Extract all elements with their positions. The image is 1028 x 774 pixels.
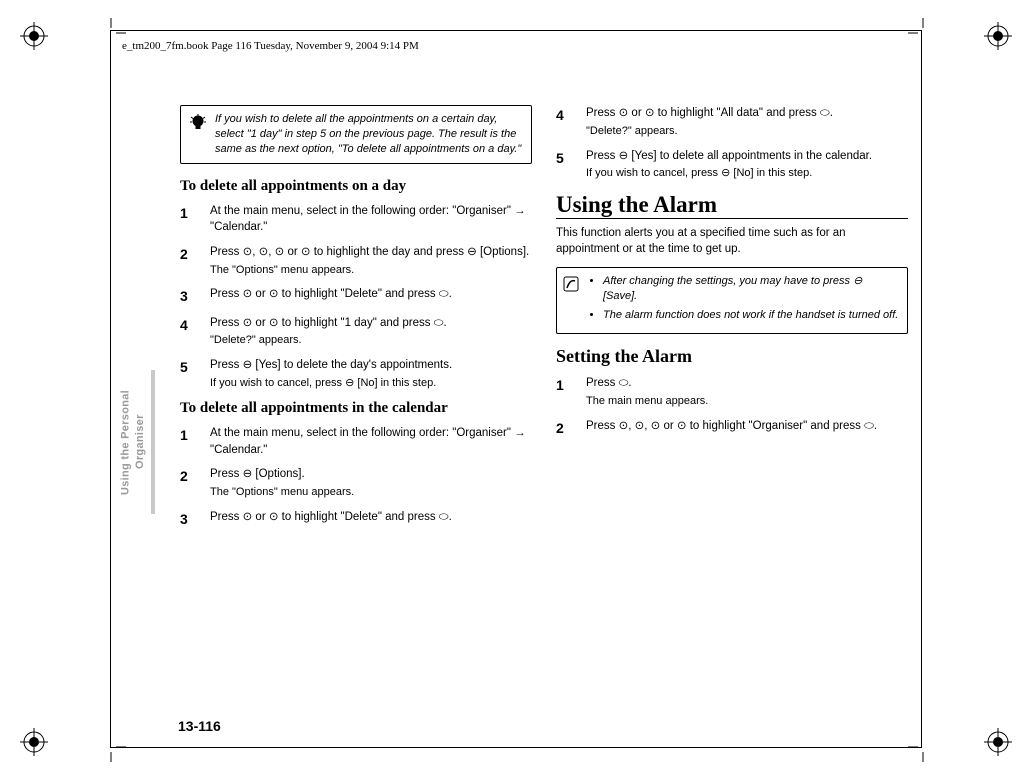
steps-setting-alarm: 1Press ⬭. The main menu appears. 2Press ⊙… — [556, 375, 908, 438]
left-column: If you wish to delete all the appointmen… — [180, 105, 532, 537]
note-item: After changing the settings, you may hav… — [603, 274, 899, 304]
step: 3Press ⊙ or ⊙ to highlight "Delete" and … — [180, 286, 532, 306]
step-text: Press ⊙ or ⊙ to highlight "1 day" and pr… — [210, 317, 447, 329]
step-number: 1 — [180, 203, 210, 236]
alarm-intro: This function alerts you at a specified … — [556, 225, 908, 257]
step-text: Press ⊙ or ⊙ to highlight "All data" and… — [586, 107, 833, 119]
step-number: 1 — [180, 425, 210, 458]
step: 4Press ⊙ or ⊙ to highlight "All data" an… — [556, 105, 908, 140]
note-item: The alarm function does not work if the … — [603, 308, 899, 323]
step-number: 4 — [180, 315, 210, 350]
step-number: 2 — [180, 244, 210, 279]
step-number: 2 — [180, 466, 210, 501]
note-icon — [563, 274, 581, 327]
step-subtext: If you wish to cancel, press ⊖ [No] in t… — [586, 166, 908, 182]
heading-setting-alarm: Setting the Alarm — [556, 346, 908, 367]
steps-delete-calendar-cont: 4Press ⊙ or ⊙ to highlight "All data" an… — [556, 105, 908, 182]
step-number: 3 — [180, 509, 210, 529]
step: 3Press ⊙ or ⊙ to highlight "Delete" and … — [180, 509, 532, 529]
step-subtext: The "Options" menu appears. — [210, 263, 532, 279]
content-columns: If you wish to delete all the appointmen… — [180, 105, 910, 537]
step-subtext: The main menu appears. — [586, 394, 908, 410]
sidetab-bar — [151, 370, 155, 514]
step: 4Press ⊙ or ⊙ to highlight "1 day" and p… — [180, 315, 532, 350]
step-number: 5 — [180, 357, 210, 392]
steps-delete-calendar: 1At the main menu, select in the followi… — [180, 425, 532, 529]
step: 5Press ⊖ [Yes] to delete all appointment… — [556, 148, 908, 183]
step-number: 3 — [180, 286, 210, 306]
step-text: Press ⬭. — [586, 377, 632, 389]
step-subtext: The "Options" menu appears. — [210, 485, 532, 501]
page-number: 13-116 — [178, 718, 221, 734]
tip-box: If you wish to delete all the appointmen… — [180, 105, 532, 164]
step-number: 2 — [556, 418, 586, 438]
registration-mark-icon — [984, 728, 1012, 756]
step: 1Press ⬭. The main menu appears. — [556, 375, 908, 410]
note-text: After changing the settings, you may hav… — [589, 274, 899, 327]
step-number: 5 — [556, 148, 586, 183]
step-text: Press ⊙, ⊙, ⊙ or ⊙ to highlight "Organis… — [586, 420, 877, 432]
step: 1At the main menu, select in the followi… — [180, 425, 532, 458]
step-text: Press ⊖ [Options]. — [210, 468, 305, 480]
step-number: 4 — [556, 105, 586, 140]
registration-mark-icon — [20, 728, 48, 756]
step: 2Press ⊖ [Options]. The "Options" menu ap… — [180, 466, 532, 501]
step-subtext: "Delete?" appears. — [210, 333, 532, 349]
registration-mark-icon — [20, 22, 48, 50]
step: 1At the main menu, select in the followi… — [180, 203, 532, 236]
right-column: 4Press ⊙ or ⊙ to highlight "All data" an… — [556, 105, 908, 537]
step: 5Press ⊖ [Yes] to delete the day's appoi… — [180, 357, 532, 392]
step-text: Press ⊖ [Yes] to delete all appointments… — [586, 150, 872, 162]
step-text: Press ⊖ [Yes] to delete the day's appoin… — [210, 359, 452, 371]
step-subtext: "Delete?" appears. — [586, 124, 908, 140]
step-text: At the main menu, select in the followin… — [210, 427, 526, 456]
tip-text: If you wish to delete all the appointmen… — [215, 112, 523, 157]
step-text: Press ⊙ or ⊙ to highlight "Delete" and p… — [210, 511, 452, 523]
sidetab-label: Using the Personal Organiser — [118, 372, 148, 512]
step: 2Press ⊙, ⊙, ⊙ or ⊙ to highlight "Organi… — [556, 418, 908, 438]
step-text: Press ⊙, ⊙, ⊙ or ⊙ to highlight the day … — [210, 246, 529, 258]
registration-mark-icon — [984, 22, 1012, 50]
heading-using-alarm: Using the Alarm — [556, 192, 908, 219]
step-subtext: If you wish to cancel, press ⊖ [No] in t… — [210, 376, 532, 392]
step-number: 1 — [556, 375, 586, 410]
steps-delete-day: 1At the main menu, select in the followi… — [180, 203, 532, 392]
step-text: Press ⊙ or ⊙ to highlight "Delete" and p… — [210, 288, 452, 300]
step: 2Press ⊙, ⊙, ⊙ or ⊙ to highlight the day… — [180, 244, 532, 279]
note-box: After changing the settings, you may hav… — [556, 267, 908, 334]
page-header: e_tm200_7fm.book Page 116 Tuesday, Novem… — [122, 40, 419, 52]
heading-delete-calendar: To delete all appointments in the calend… — [180, 400, 532, 417]
step-text: At the main menu, select in the followin… — [210, 205, 526, 234]
lightbulb-icon — [189, 112, 207, 157]
heading-delete-day: To delete all appointments on a day — [180, 178, 532, 195]
